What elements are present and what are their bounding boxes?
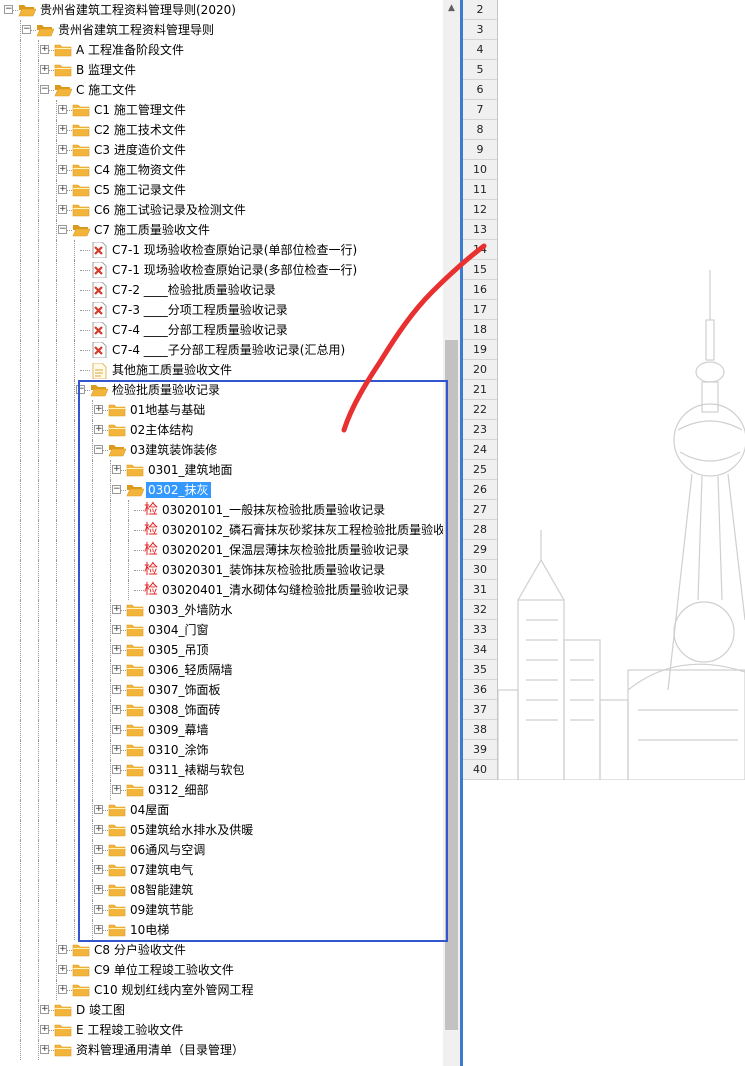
red-stroke-annotation xyxy=(341,243,487,433)
